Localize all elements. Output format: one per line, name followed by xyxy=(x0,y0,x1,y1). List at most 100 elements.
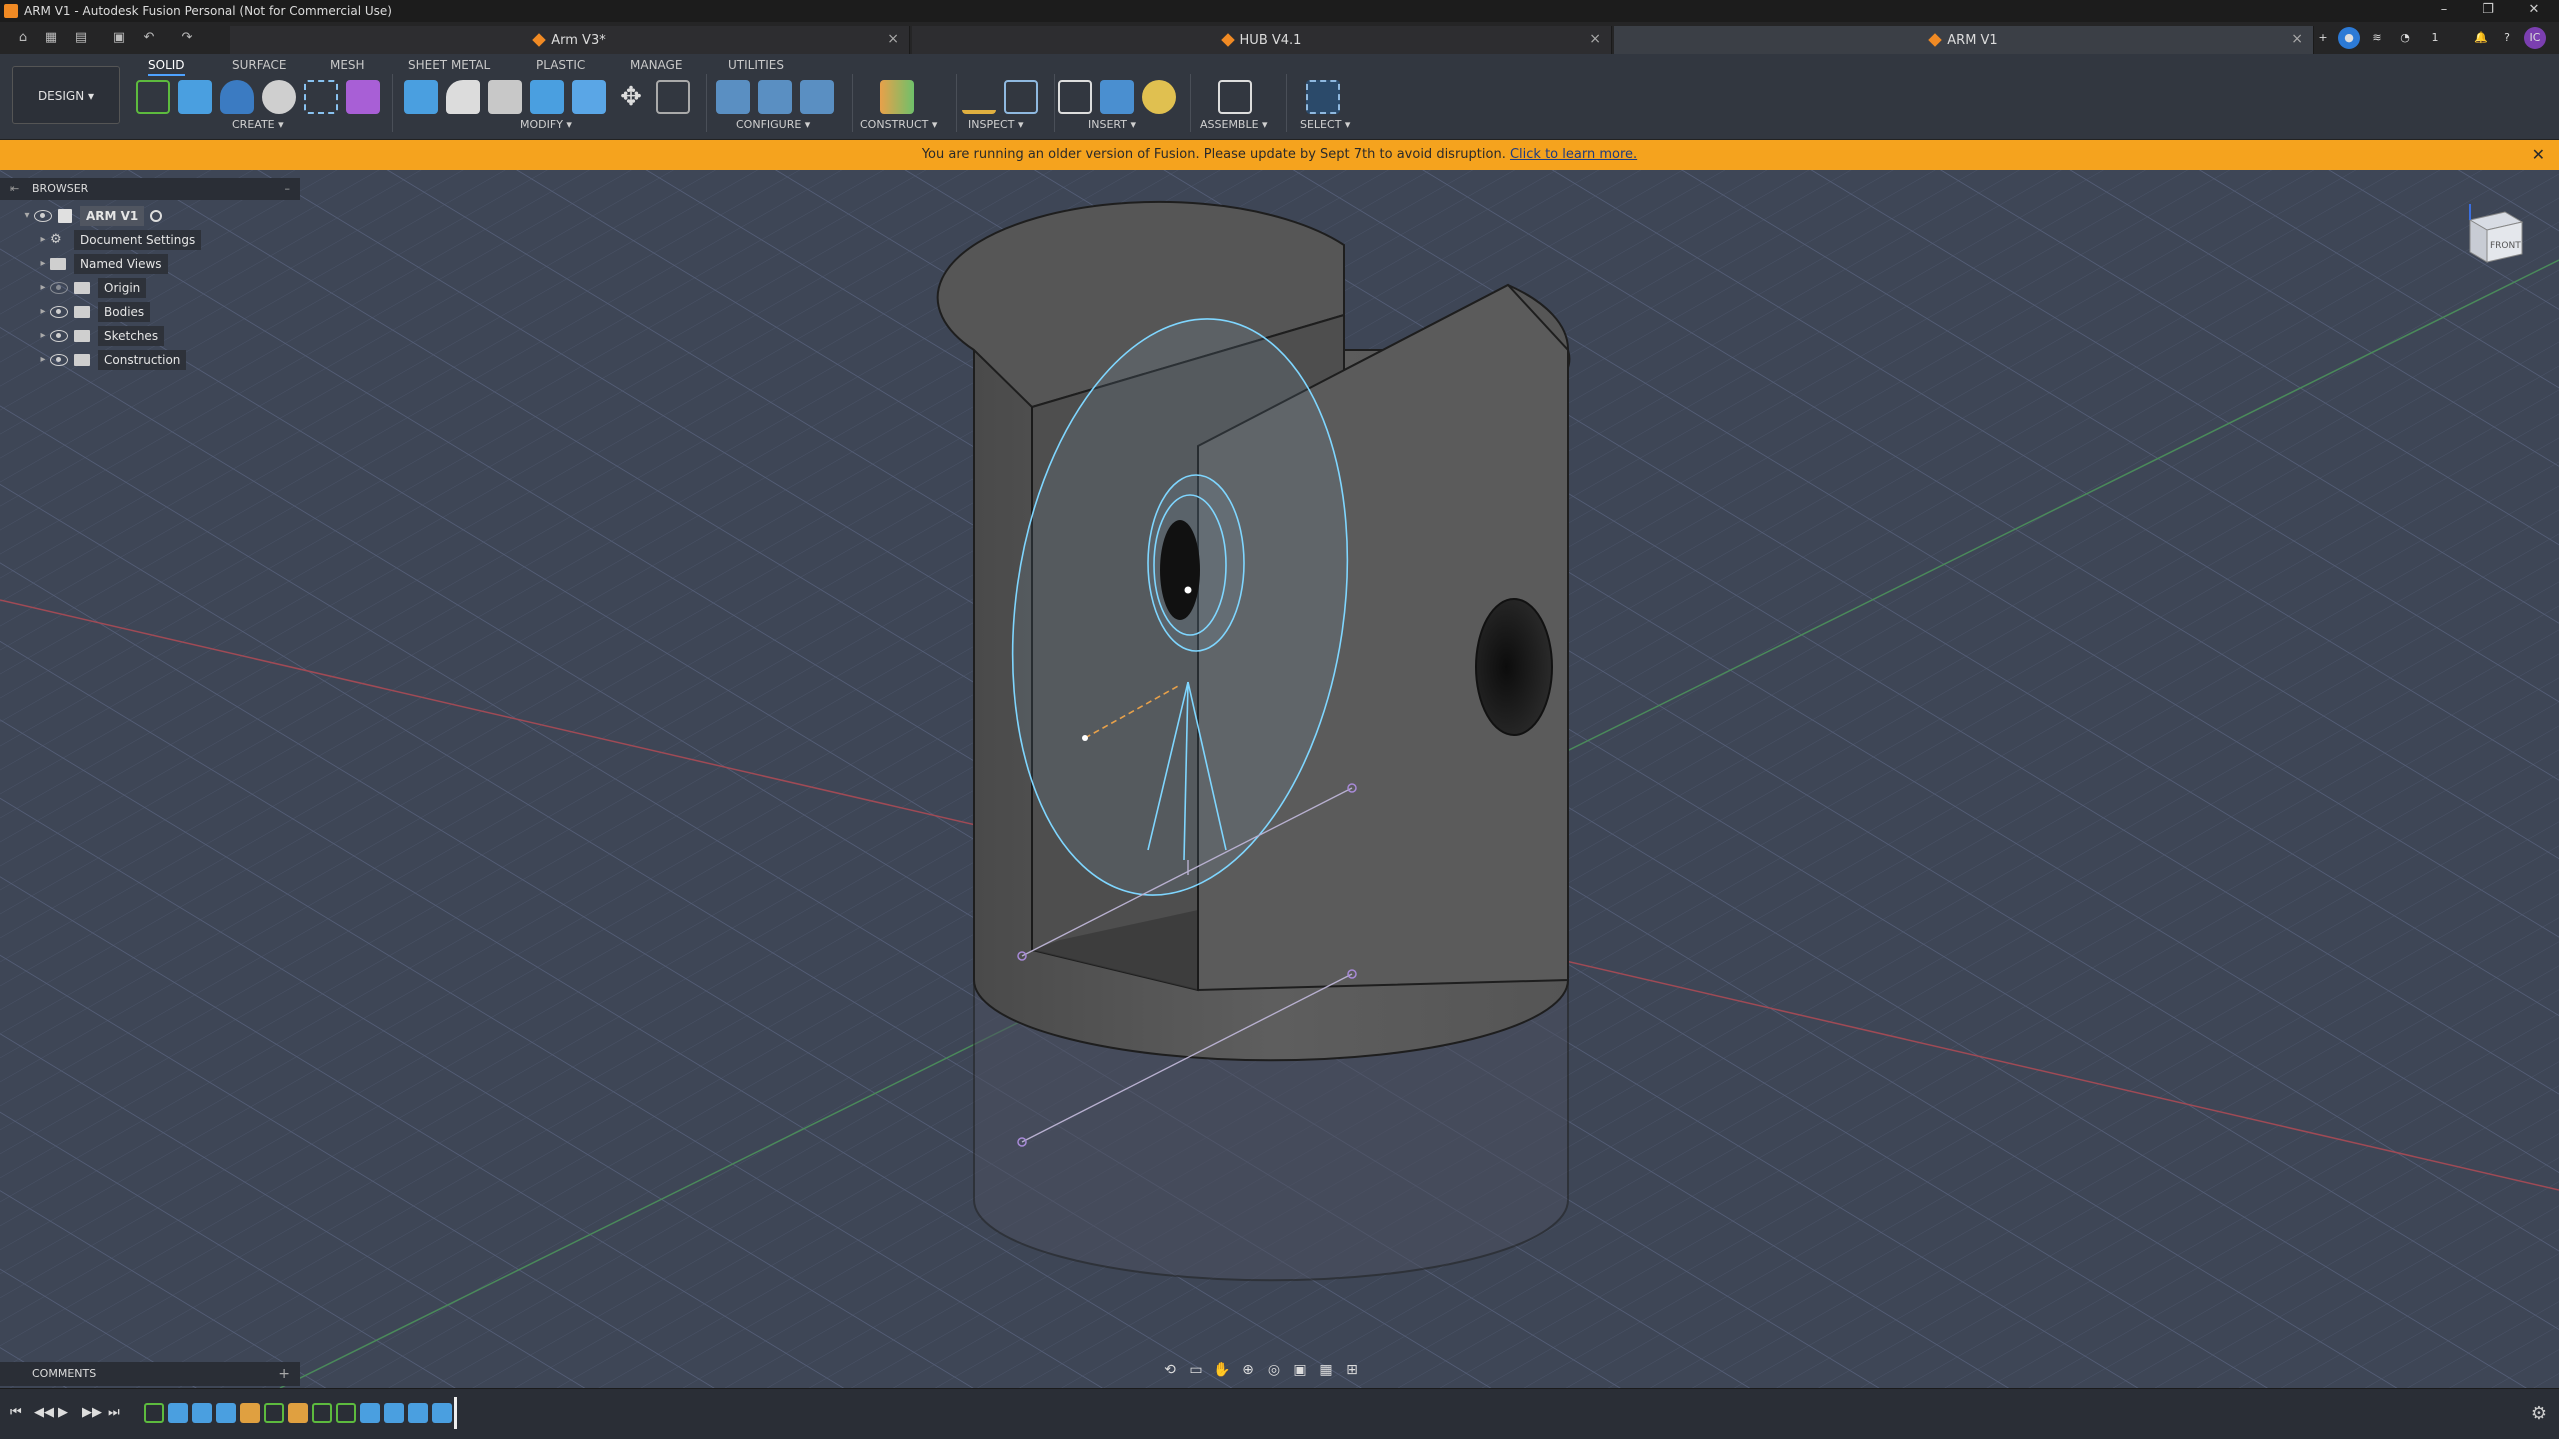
new-tab-icon[interactable]: + xyxy=(2312,27,2334,49)
expand-arrow-icon[interactable]: ▸ xyxy=(36,326,50,346)
visibility-eye-icon[interactable] xyxy=(50,330,68,342)
play-icon[interactable]: ▶ xyxy=(58,1405,68,1420)
comments-panel-header[interactable]: COMMENTS + xyxy=(0,1362,300,1386)
pattern-icon[interactable] xyxy=(304,80,338,114)
shell-icon[interactable] xyxy=(488,80,522,114)
close-window-icon[interactable]: ✕ xyxy=(2514,0,2554,22)
add-comment-icon[interactable]: + xyxy=(278,1362,290,1386)
group-assemble[interactable]: ASSEMBLE ▾ xyxy=(1200,118,1268,131)
expand-arrow-icon[interactable]: ▸ xyxy=(36,350,50,370)
timeline-settings-icon[interactable]: ⚙ xyxy=(2531,1403,2547,1424)
browser-collapse-icon[interactable]: ⇤ xyxy=(10,178,19,200)
timeline-extrude-feature[interactable] xyxy=(432,1403,452,1423)
3d-viewport[interactable] xyxy=(0,170,2559,1388)
zoom-icon[interactable]: ⊕ xyxy=(1238,1362,1258,1380)
file-menu-icon[interactable]: ▤ xyxy=(70,28,92,48)
offline-icon[interactable]: ≋ xyxy=(2366,27,2388,49)
expand-arrow-icon[interactable]: ▸ xyxy=(36,278,50,298)
close-tab-icon[interactable]: × xyxy=(887,31,899,47)
close-banner-icon[interactable]: ✕ xyxy=(2532,140,2545,170)
workspace-switcher[interactable]: DESIGN ▾ xyxy=(12,66,120,124)
expand-arrow-icon[interactable]: ▸ xyxy=(36,254,50,274)
browser-item-bodies[interactable]: ▸ Bodies xyxy=(36,302,151,322)
select-icon[interactable] xyxy=(1306,80,1340,114)
activate-radio-icon[interactable] xyxy=(150,210,163,222)
tab-hub-v4-1[interactable]: HUB V4.1 × xyxy=(912,26,1612,54)
data-panel-icon[interactable]: ▦ xyxy=(40,28,62,48)
browser-item-named-views[interactable]: ▸ Named Views xyxy=(36,254,168,274)
restore-icon[interactable]: ❐ xyxy=(2468,0,2508,22)
go-to-start-icon[interactable]: ⏮ xyxy=(10,1405,22,1420)
group-select[interactable]: SELECT ▾ xyxy=(1300,118,1350,131)
undo-icon[interactable]: ↶ xyxy=(138,28,160,48)
step-back-icon[interactable]: ◀◀ xyxy=(34,1405,54,1420)
tab-mesh[interactable]: MESH xyxy=(330,58,365,72)
configure-rule-icon[interactable] xyxy=(758,80,792,114)
group-create[interactable]: CREATE ▾ xyxy=(232,118,284,131)
measure-icon[interactable] xyxy=(962,80,996,114)
group-inspect[interactable]: INSPECT ▾ xyxy=(968,118,1023,131)
browser-panel-header[interactable]: ⇤ BROWSER – xyxy=(0,178,300,200)
browser-item-construction[interactable]: ▸ Construction xyxy=(36,350,187,370)
job-status-icon[interactable]: ◔ xyxy=(2394,27,2416,49)
configure-table-icon[interactable] xyxy=(716,80,750,114)
group-modify[interactable]: MODIFY ▾ xyxy=(520,118,572,131)
timeline-extrude-feature[interactable] xyxy=(168,1403,188,1423)
tab-surface[interactable]: SURFACE xyxy=(232,58,287,72)
revolve-icon[interactable] xyxy=(220,80,254,114)
sketch-point[interactable] xyxy=(1082,735,1088,741)
extrude-icon[interactable] xyxy=(178,80,212,114)
expand-arrow-icon[interactable]: ▸ xyxy=(36,230,50,250)
timeline-extrude-feature[interactable] xyxy=(408,1403,428,1423)
visibility-eye-icon[interactable] xyxy=(50,354,68,366)
collapse-arrow-icon[interactable]: ▾ xyxy=(20,206,34,226)
tab-sheet-metal[interactable]: SHEET METAL xyxy=(408,58,490,72)
insert-canvas-icon[interactable] xyxy=(1100,80,1134,114)
timeline-extrude-feature[interactable] xyxy=(360,1403,380,1423)
press-pull-icon[interactable] xyxy=(404,80,438,114)
look-at-icon[interactable]: ▭ xyxy=(1186,1362,1206,1380)
grid-settings-icon[interactable]: ▦ xyxy=(1316,1362,1336,1380)
help-icon[interactable]: ? xyxy=(2496,27,2518,49)
close-tab-icon[interactable]: × xyxy=(2291,31,2303,47)
visibility-eye-icon[interactable] xyxy=(50,306,68,318)
go-to-end-icon[interactable]: ⏭ xyxy=(108,1405,120,1420)
close-tab-icon[interactable]: × xyxy=(1589,31,1601,47)
minimize-icon[interactable]: – xyxy=(2424,0,2464,22)
notifications-icon[interactable]: 🔔 xyxy=(2470,27,2492,49)
orbit-icon[interactable]: ⟲ xyxy=(1160,1362,1180,1380)
visibility-eye-icon[interactable] xyxy=(34,210,52,222)
extensions-icon[interactable]: ● xyxy=(2338,27,2360,49)
timeline-extrude-feature[interactable] xyxy=(384,1403,404,1423)
timeline-sketch-feature[interactable] xyxy=(264,1403,284,1423)
section-analysis-icon[interactable] xyxy=(1004,80,1038,114)
browser-root-item[interactable]: ▾ ARM V1 xyxy=(20,206,163,226)
tab-plastic[interactable]: PLASTIC xyxy=(536,58,585,72)
timeline-sketch-feature[interactable] xyxy=(144,1403,164,1423)
timeline-extrude-feature[interactable] xyxy=(216,1403,236,1423)
browser-item-origin[interactable]: ▸ Origin xyxy=(36,278,147,298)
create-sketch-icon[interactable] xyxy=(136,80,170,114)
offset-plane-icon[interactable] xyxy=(880,80,914,114)
new-component-icon[interactable] xyxy=(1218,80,1252,114)
view-cube[interactable]: FRONT xyxy=(2460,200,2530,270)
viewports-icon[interactable]: ⊞ xyxy=(1342,1362,1362,1380)
tab-arm-v1[interactable]: ARM V1 × xyxy=(1614,26,2314,54)
browser-minimize-icon[interactable]: – xyxy=(285,178,291,200)
group-construct[interactable]: CONSTRUCT ▾ xyxy=(860,118,937,131)
group-configure[interactable]: CONFIGURE ▾ xyxy=(736,118,810,131)
user-avatar[interactable]: IC xyxy=(2524,27,2546,49)
timeline-sketch-feature[interactable] xyxy=(336,1403,356,1423)
group-insert[interactable]: INSERT ▾ xyxy=(1088,118,1136,131)
timeline-extrude-feature[interactable] xyxy=(192,1403,212,1423)
browser-item-document-settings[interactable]: ▸ ⚙ Document Settings xyxy=(36,230,202,250)
move-copy-icon[interactable]: ✥ xyxy=(614,80,648,114)
timeline-marker[interactable] xyxy=(454,1397,457,1429)
side-hole[interactable] xyxy=(1475,598,1553,736)
redo-icon[interactable]: ↷ xyxy=(176,28,198,48)
timeline-fillet-feature[interactable] xyxy=(288,1403,308,1423)
insert-mesh-icon[interactable] xyxy=(1142,80,1176,114)
fillet-icon[interactable] xyxy=(446,80,480,114)
create-form-icon[interactable] xyxy=(346,80,380,114)
combine-icon[interactable] xyxy=(530,80,564,114)
